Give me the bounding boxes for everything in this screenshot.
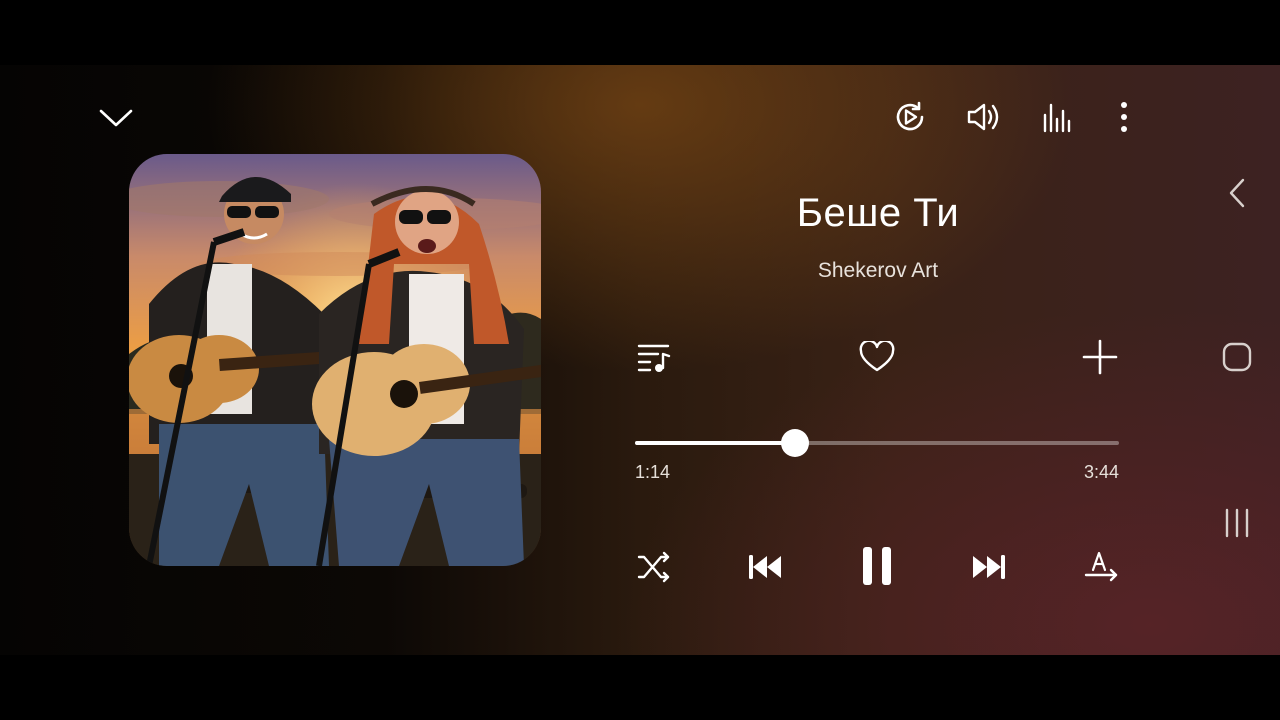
nav-back-icon — [1229, 178, 1245, 208]
collapse-player-button[interactable] — [96, 103, 136, 133]
shuffle-icon — [637, 551, 670, 583]
pause-icon — [863, 547, 891, 585]
track-title: Беше Ти — [796, 191, 960, 235]
queue-button[interactable] — [634, 337, 674, 377]
nav-home-icon — [1222, 342, 1252, 372]
playback-mode-icon — [896, 101, 924, 131]
previous-track-button[interactable] — [744, 547, 786, 587]
seek-bar-thumb[interactable] — [781, 429, 810, 457]
total-duration: 3:44 — [1083, 462, 1119, 482]
queue-music-icon — [637, 344, 671, 372]
add-to-playlist-button[interactable] — [1080, 337, 1120, 377]
add-icon — [1082, 339, 1118, 375]
skip-previous-icon — [749, 555, 781, 579]
lyrics-icon — [1084, 551, 1118, 582]
system-recents-button[interactable] — [1220, 505, 1254, 541]
letterbox-bottom — [0, 655, 1280, 720]
more-options-button[interactable] — [1110, 99, 1138, 135]
artist-name[interactable]: Shekerov Art — [640, 259, 1116, 283]
more-vert-icon — [1121, 102, 1127, 132]
equalizer-button[interactable] — [1040, 99, 1076, 135]
heart-icon — [859, 341, 895, 372]
shuffle-button[interactable] — [634, 547, 674, 587]
volume-icon — [967, 103, 999, 131]
skip-next-icon — [973, 555, 1005, 579]
elapsed-time: 1:14 — [635, 462, 671, 482]
seek-bar-progress — [635, 441, 796, 445]
seek-bar[interactable] — [635, 429, 1119, 457]
letterbox-top — [0, 0, 1280, 65]
music-player-screen: Беше Ти Shekerov Art 1:14 3:44 — [0, 65, 1280, 655]
next-track-button[interactable] — [968, 547, 1010, 587]
album-art-image — [129, 154, 541, 566]
like-button[interactable] — [857, 337, 897, 377]
chevron-down-icon — [99, 109, 133, 127]
equalizer-icon — [1043, 103, 1071, 133]
lyrics-button[interactable] — [1081, 547, 1121, 587]
album-art — [129, 154, 541, 566]
system-home-button[interactable] — [1220, 340, 1254, 374]
play-pause-button[interactable] — [855, 543, 899, 589]
volume-button[interactable] — [964, 98, 1004, 136]
nav-recents-icon — [1225, 508, 1249, 538]
playback-mode-button[interactable] — [890, 97, 930, 137]
system-back-button[interactable] — [1222, 173, 1252, 213]
